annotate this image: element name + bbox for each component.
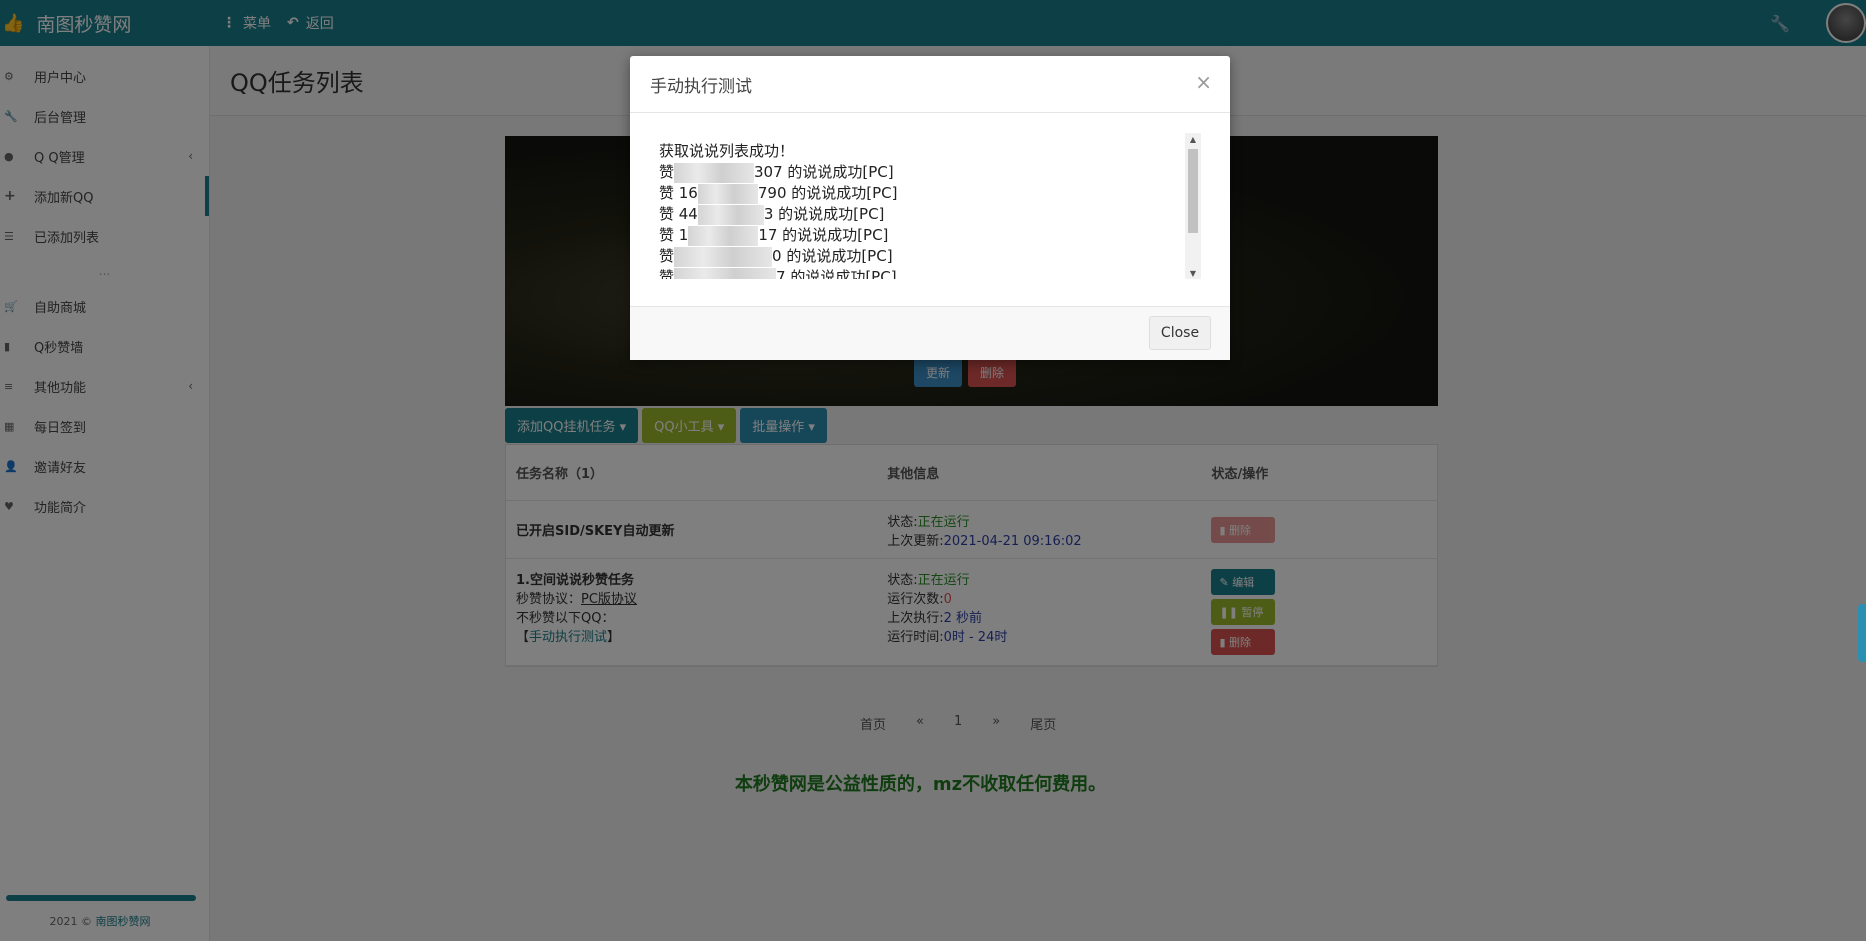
log-suffix: 790 的说说成功[PC] [757, 184, 898, 202]
log-prefix: 赞 16 [659, 184, 698, 202]
log-suffix: 0 的说说成功[PC] [772, 247, 893, 265]
scroll-thumb[interactable] [1188, 149, 1198, 233]
manual-test-modal: 手动执行测试 × 获取说说列表成功！ 赞 307 的说说成功[PC] 赞 16 79… [630, 56, 1230, 360]
redacted-block [688, 225, 759, 246]
log-line: 赞 1 17 的说说成功[PC] [659, 225, 1179, 246]
log-output[interactable]: 获取说说列表成功！ 赞 307 的说说成功[PC] 赞 16 790 的说说成功[P… [658, 132, 1202, 280]
log-prefix: 赞 44 [659, 205, 698, 223]
redacted-block [674, 162, 755, 183]
redacted-block [674, 267, 777, 279]
log-prefix: 赞 1 [659, 226, 689, 244]
modal-title: 手动执行测试 [650, 76, 752, 97]
log-line: 赞 0 的说说成功[PC] [659, 246, 1179, 267]
log-prefix: 赞 [659, 163, 675, 181]
scroll-up-arrow-icon[interactable]: ▲ [1185, 133, 1201, 147]
close-button[interactable]: Close [1149, 316, 1211, 350]
side-float-tab[interactable] [1858, 604, 1866, 662]
log-suffix: 17 的说说成功[PC] [758, 226, 889, 244]
log-prefix: 赞 [659, 247, 675, 265]
log-suffix: 307 的说说成功[PC] [754, 163, 894, 181]
log-suffix: 3 的说说成功[PC] [763, 205, 885, 223]
log-line: 获取说说列表成功！ [659, 141, 1179, 162]
log-text: 获取说说列表成功！ [659, 142, 795, 160]
close-icon[interactable]: × [1195, 70, 1212, 94]
redacted-block [697, 183, 758, 204]
log-scrollbar[interactable]: ▲ ▼ [1185, 133, 1201, 279]
log-content: 获取说说列表成功！ 赞 307 的说说成功[PC] 赞 16 790 的说说成功[P… [659, 133, 1179, 280]
log-line: 赞 7 的说说成功[PC] [659, 267, 1179, 280]
redacted-block [697, 204, 764, 225]
scroll-down-arrow-icon[interactable]: ▼ [1185, 267, 1201, 279]
log-line: 赞 307 的说说成功[PC] [659, 162, 1179, 183]
modal-header: 手动执行测试 × [630, 56, 1230, 113]
redacted-block [674, 246, 773, 267]
log-suffix: 7 的说说成功[PC] [776, 268, 897, 280]
log-line: 赞 44 3 的说说成功[PC] [659, 204, 1179, 225]
log-prefix: 赞 [659, 268, 675, 280]
modal-footer: Close [630, 306, 1230, 360]
log-line: 赞 16 790 的说说成功[PC] [659, 183, 1179, 204]
